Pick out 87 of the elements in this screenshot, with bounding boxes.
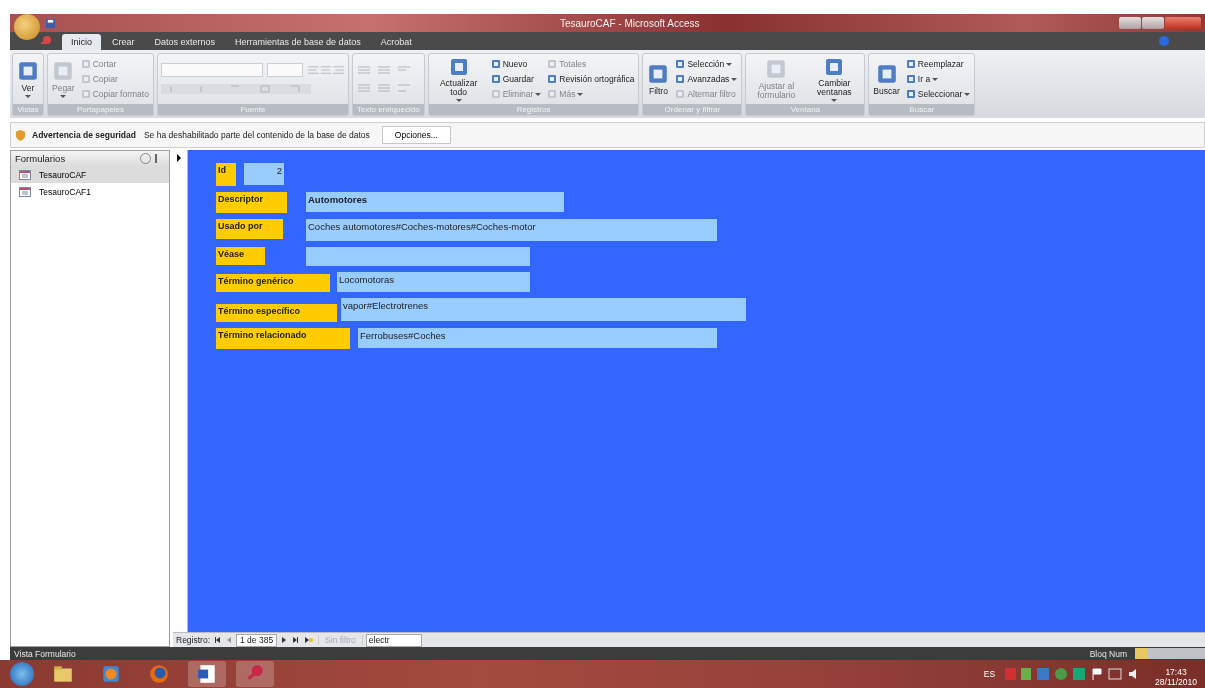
first-record-button[interactable] (213, 635, 222, 645)
input-field[interactable]: Coches automotores#Coches-motores#Coches-motor (306, 219, 717, 241)
input-field[interactable]: Automotores (306, 192, 564, 212)
minimize-button[interactable] (1119, 17, 1141, 29)
field-label: Término relacionado (216, 328, 350, 349)
ribbon-command[interactable]: Cambiar ventanas (807, 56, 862, 102)
input-field[interactable]: 2 (244, 163, 284, 185)
ribbon-tab[interactable]: Herramientas de base de datos (226, 34, 370, 50)
ribbon-command[interactable]: Revisión ortográfica (546, 71, 636, 87)
status-text: Bloq Num (1089, 648, 1127, 659)
command-icon (547, 74, 558, 84)
close-button[interactable] (1165, 17, 1201, 29)
group-label: Ventana (746, 104, 865, 115)
ribbon-command[interactable]: Reemplazar (904, 56, 972, 72)
input-field[interactable]: Locomotoras (337, 272, 530, 292)
shield-icon (15, 129, 26, 141)
ribbon-command[interactable]: Ir a (904, 71, 972, 87)
command-icon (875, 62, 898, 85)
help-icon[interactable] (1159, 36, 1169, 46)
last-record-button[interactable] (291, 635, 301, 645)
form-icon (19, 169, 31, 180)
field-label: Usado por (216, 219, 283, 239)
command-icon (490, 59, 501, 69)
align-icon[interactable] (306, 64, 345, 76)
ribbon-command[interactable]: Filtro (646, 56, 671, 102)
options-button[interactable]: Opciones... (381, 126, 451, 144)
command-icon (647, 62, 670, 85)
ribbon-command[interactable]: Buscar (872, 56, 901, 102)
field-label: Id (216, 163, 236, 186)
command-icon (675, 74, 686, 84)
save-icon[interactable] (46, 18, 55, 28)
ribbon-tab[interactable]: Datos externos (145, 34, 225, 50)
key-icon[interactable] (236, 661, 274, 687)
maximize-button[interactable] (1142, 17, 1164, 29)
input-field[interactable]: Ferrobuses#Coches (358, 328, 717, 348)
ribbon-command[interactable]: Ver (16, 56, 40, 102)
office-button[interactable] (14, 14, 40, 40)
record-position-field[interactable]: 1 de 385 (236, 633, 278, 647)
command-icon (80, 89, 91, 99)
font-size-field[interactable] (266, 63, 303, 77)
field-label: Término específico (216, 304, 337, 322)
command-icon (675, 59, 686, 69)
command-icon (675, 89, 686, 99)
ribbon-command[interactable]: Selección (674, 56, 739, 72)
record-label: Registro: (176, 635, 210, 645)
command-icon (80, 59, 91, 69)
form-icon (19, 186, 31, 197)
clock-time: 17:43 (1165, 667, 1187, 677)
ribbon-tab[interactable]: Acrobat (371, 34, 421, 50)
field-label: Véase (216, 247, 265, 265)
ribbon-command[interactable]: Actualizar todo (431, 56, 486, 102)
input-field[interactable] (306, 247, 530, 266)
search-field[interactable]: electr (365, 633, 422, 647)
pane-title: Formularios (15, 153, 67, 164)
ribbon-command[interactable]: Seleccionar (904, 86, 972, 102)
warning-title: Advertencia de seguridad (32, 130, 136, 140)
command-icon (905, 59, 916, 69)
clock-date: 28/11/2010 (1155, 677, 1197, 687)
ribbon-command[interactable]: Nuevo (489, 56, 543, 72)
command-icon (905, 74, 916, 84)
font-name-field[interactable] (160, 63, 263, 77)
start-button[interactable] (10, 662, 34, 686)
command-icon (547, 59, 558, 69)
language-indicator[interactable]: ES (983, 669, 996, 679)
form-item[interactable]: TesauroCAF (11, 166, 169, 183)
command-icon (905, 89, 916, 99)
ribbon-tab[interactable]: Crear (103, 34, 144, 50)
view-switcher[interactable] (1135, 648, 1205, 659)
status-text: Vista Formulario (14, 648, 76, 659)
format-icons-drawing[interactable] (160, 83, 311, 95)
command-icon (490, 74, 501, 84)
window-title: TesauroCAF - Microsoft Access (559, 17, 700, 29)
command-icon (17, 60, 39, 82)
command-icon (547, 89, 558, 99)
ribbon-command[interactable]: Guardar (489, 71, 543, 87)
ribbon-command[interactable]: Avanzadas (674, 71, 739, 87)
key-icon (40, 35, 52, 47)
command-icon (80, 74, 91, 84)
ribbon-tab[interactable]: Inicio (62, 34, 101, 50)
command-icon (765, 58, 788, 80)
command-icon (52, 60, 75, 82)
command-icon (490, 89, 501, 99)
input-field[interactable]: vapor#Electrotrenes (341, 298, 746, 321)
field-label: Término genérico (216, 274, 330, 292)
warning-message: Se ha deshabilitado parte del contenido de la base de datos (143, 130, 370, 140)
document-icon[interactable] (188, 661, 226, 687)
field-label: Descriptor (216, 192, 287, 213)
